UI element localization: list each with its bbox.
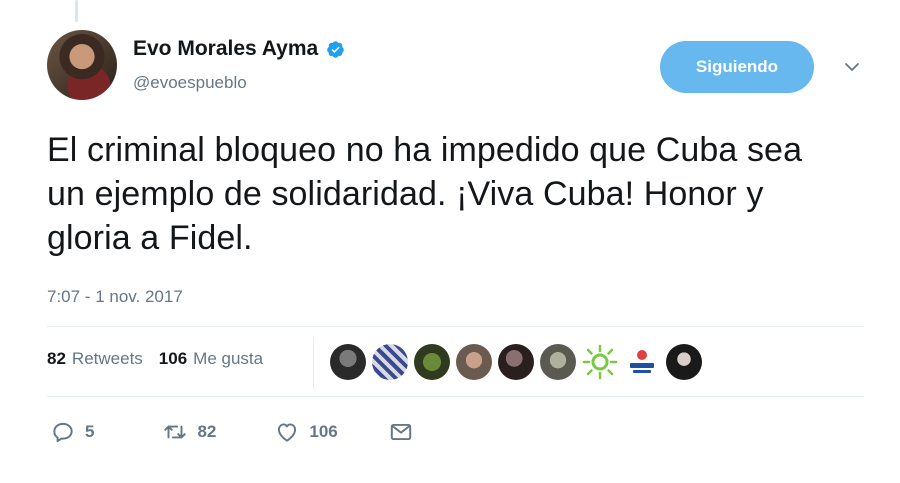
liker-avatar[interactable] (414, 344, 450, 380)
following-button[interactable]: Siguiendo (660, 41, 814, 93)
like-button[interactable]: 106 (274, 419, 338, 445)
message-icon (390, 423, 411, 441)
reply-count: 5 (85, 422, 95, 441)
retweet-icon (164, 425, 187, 439)
author-avatar[interactable] (47, 30, 117, 100)
retweet-count: 82 (197, 422, 217, 441)
retweet-button[interactable]: 82 (162, 419, 216, 445)
author-name-row: Evo Morales Ayma (133, 37, 345, 61)
thread-connector-line (75, 0, 78, 22)
direct-message-button[interactable] (388, 419, 414, 445)
author-handle[interactable]: @evoespueblo (133, 73, 247, 93)
retweets-stat[interactable]: 82 Retweets (47, 349, 143, 369)
chevron-down-icon[interactable] (843, 58, 861, 76)
retweets-label: Retweets (71, 349, 143, 368)
liker-avatar[interactable] (582, 344, 618, 380)
liker-avatar[interactable] (624, 344, 660, 380)
like-count: 106 (309, 422, 338, 441)
verified-badge-icon (327, 40, 344, 58)
reply-button[interactable]: 5 (50, 419, 94, 445)
engagement-stats: 82 Retweets 106 Me gusta (47, 349, 263, 369)
likes-label: Me gusta (193, 349, 264, 368)
liker-avatar[interactable] (330, 344, 366, 380)
liker-avatar[interactable] (498, 344, 534, 380)
liker-avatar[interactable] (540, 344, 576, 380)
liker-avatar[interactable] (456, 344, 492, 380)
likes-count: 106 (158, 349, 188, 368)
heart-icon (278, 423, 297, 442)
liker-avatars (330, 344, 702, 380)
sports-logo-icon (630, 350, 654, 373)
stats-separator (313, 337, 314, 389)
tweet-timestamp[interactable]: 7:07 - 1 nov. 2017 (47, 287, 183, 307)
liker-avatar[interactable] (666, 344, 702, 380)
divider (47, 396, 864, 397)
tweet-text: El criminal bloqueo no ha impedido que C… (47, 131, 803, 257)
liker-avatar[interactable] (372, 344, 408, 380)
tweet-actions: 5 82 106 (50, 419, 414, 445)
retweets-count: 82 (47, 349, 66, 368)
author-name[interactable]: Evo Morales Ayma (133, 37, 318, 61)
divider (47, 326, 864, 327)
sun-logo-icon (582, 344, 618, 380)
reply-icon (53, 422, 73, 443)
likes-stat[interactable]: 106 Me gusta (159, 349, 263, 369)
